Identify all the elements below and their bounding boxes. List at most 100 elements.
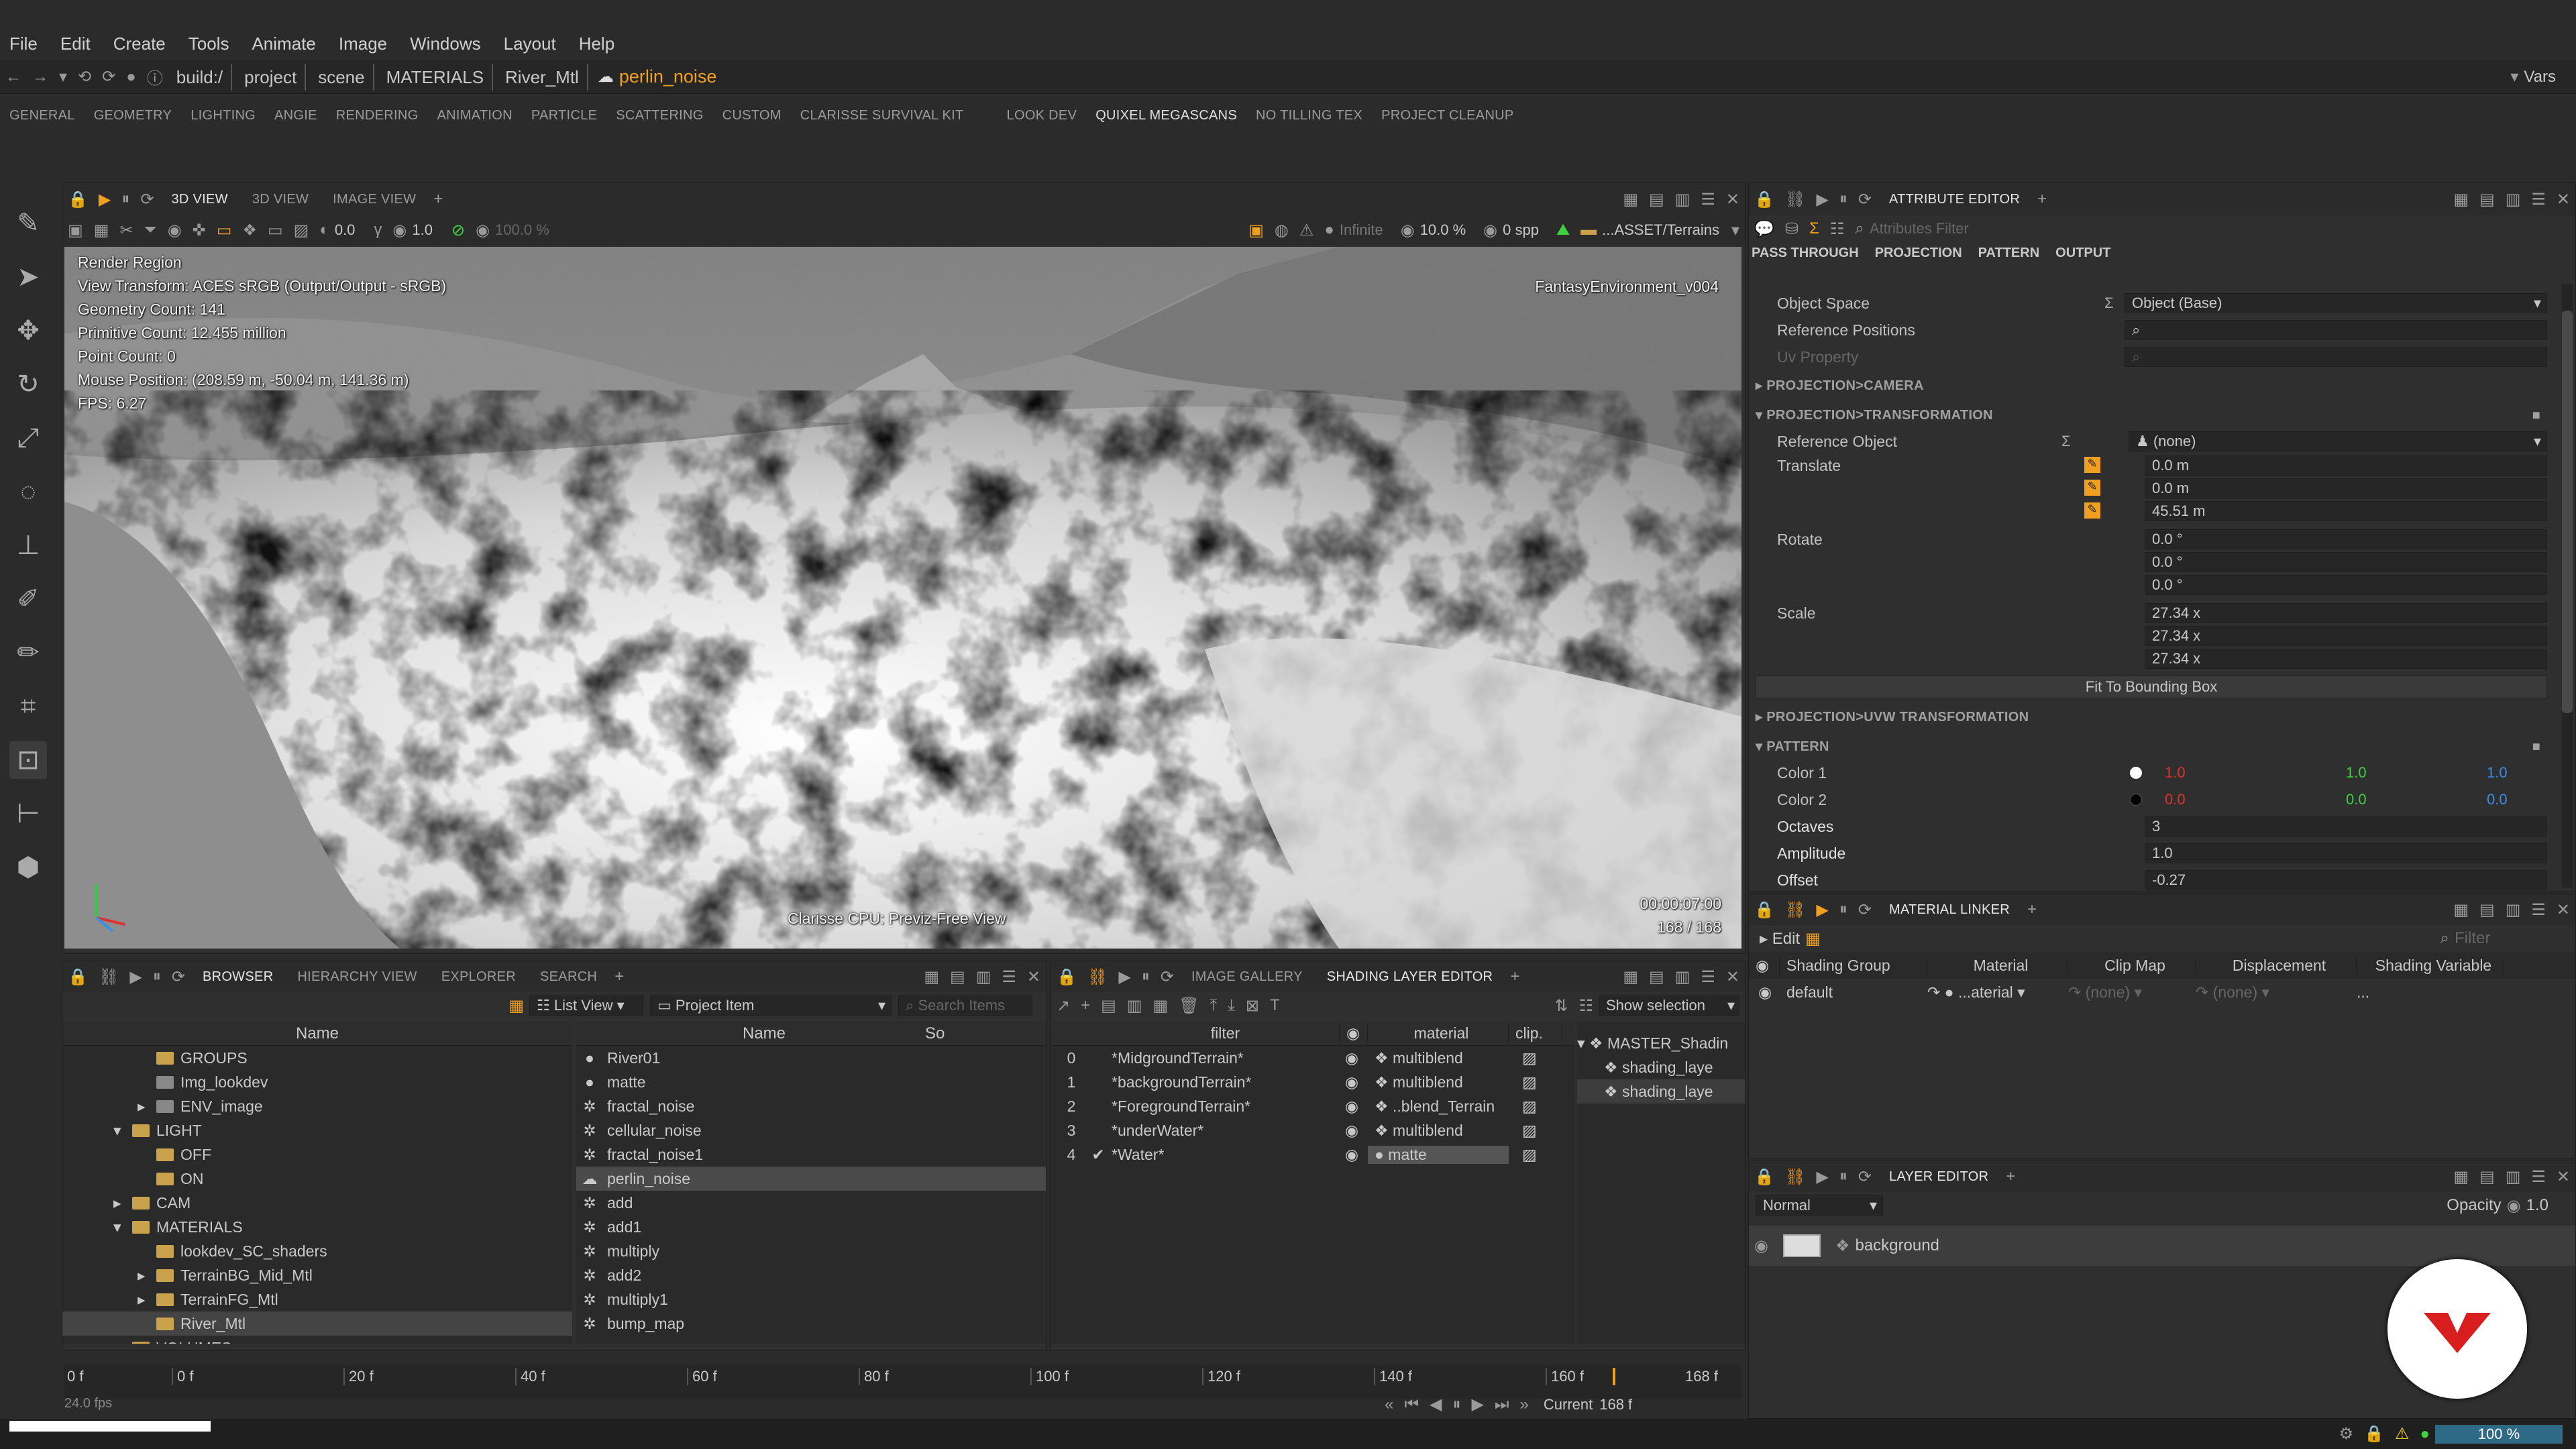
tree-item[interactable]: lookdev_SC_shaders bbox=[62, 1239, 572, 1263]
rotate-y-field[interactable]: 0.0 ° bbox=[2145, 552, 2547, 572]
menu-layout[interactable]: Layout bbox=[504, 34, 556, 54]
attr-menu-icon[interactable]: ☰ bbox=[2531, 190, 2546, 209]
layer-close-icon[interactable]: ✕ bbox=[2557, 1167, 2570, 1187]
info-icon[interactable]: ⓘ bbox=[147, 65, 163, 89]
shading-group-icon[interactable]: ▦ bbox=[1153, 996, 1169, 1016]
clip-map-icon[interactable]: ▨ bbox=[1509, 1049, 1562, 1067]
row-visibility-eye-icon[interactable]: ◉ bbox=[1340, 1049, 1368, 1067]
linker-add-tab-icon[interactable]: + bbox=[2027, 900, 2037, 919]
tree-expand-icon[interactable]: ▸ bbox=[138, 1094, 156, 1118]
tab-material-linker[interactable]: MATERIAL LINKER bbox=[1889, 902, 2010, 918]
clip-map-icon[interactable]: ▨ bbox=[1509, 1146, 1562, 1164]
context-path[interactable]: ...ASSET/Terrains bbox=[1602, 221, 1719, 239]
sampling-percent[interactable]: 10.0 % bbox=[1420, 221, 1466, 239]
shading-tree-item-1[interactable]: ❖ shading_laye bbox=[1577, 1055, 1745, 1079]
layer-play-icon[interactable]: ▶ bbox=[1816, 1167, 1828, 1187]
color2-g[interactable]: 0.0 bbox=[2346, 788, 2367, 811]
col-shading-variable[interactable]: Shading Variable bbox=[2357, 956, 2504, 975]
monitor-icon[interactable]: ▭ bbox=[268, 221, 283, 240]
browser-item[interactable]: ✲ cellular_noise bbox=[576, 1118, 1046, 1142]
shelf-tab-animation[interactable]: ANIMATION bbox=[437, 108, 513, 123]
color1-g[interactable]: 1.0 bbox=[2346, 761, 2367, 784]
rotate-z-field[interactable]: 0.0 ° bbox=[2145, 575, 2547, 595]
tree-item[interactable]: ▸ TerrainFG_Mtl bbox=[62, 1287, 572, 1311]
tree-expand-icon[interactable]: ▾ bbox=[113, 1215, 132, 1239]
browser-item[interactable]: ✲ bump_map bbox=[576, 1311, 1046, 1336]
browser-item[interactable]: ✲ add bbox=[576, 1191, 1046, 1215]
tree-item[interactable]: ▸ TerrainBG_Mid_Mtl bbox=[62, 1263, 572, 1287]
attr-link-icon[interactable]: ⛓ bbox=[1785, 190, 1805, 209]
linker-menu-icon[interactable]: ☰ bbox=[2531, 900, 2546, 920]
clip-map-icon[interactable]: ▨ bbox=[1509, 1122, 1562, 1140]
shading-sort-icon[interactable]: ⇅ bbox=[1554, 996, 1568, 1016]
translate-y-key-icon[interactable]: ✎ bbox=[2084, 480, 2100, 496]
tree-col-name[interactable]: Name bbox=[62, 1022, 572, 1046]
uv-property-field[interactable]: ⌕ bbox=[2125, 347, 2547, 367]
octaves-field[interactable]: 3 bbox=[2145, 816, 2547, 837]
rotate-x-field[interactable]: 0.0 ° bbox=[2145, 529, 2547, 549]
browser-link-icon[interactable]: ⛓ bbox=[99, 967, 119, 987]
settings-gear-icon[interactable]: ⚙ bbox=[2339, 1424, 2354, 1444]
close-icon[interactable]: ✕ bbox=[1726, 190, 1739, 209]
browser-lock-icon[interactable]: 🔒 bbox=[68, 967, 88, 987]
timeline-playhead[interactable] bbox=[1613, 1368, 1615, 1385]
scale-icon[interactable]: ⤢ bbox=[9, 419, 47, 457]
tree-expand-icon[interactable]: ▸ bbox=[138, 1263, 156, 1287]
linker-options-icon[interactable]: ▦ bbox=[1805, 929, 1821, 949]
breadcrumb-build[interactable]: build:/ bbox=[168, 63, 233, 91]
shelf-tab-scattering[interactable]: SCATTERING bbox=[616, 108, 703, 123]
menu-tools[interactable]: Tools bbox=[189, 34, 229, 54]
items-col-name[interactable]: Name bbox=[603, 1024, 925, 1043]
shading-material-cell[interactable]: ❖ multiblend bbox=[1368, 1049, 1509, 1067]
row-material[interactable]: ↷ ● ...aterial ▾ bbox=[1927, 983, 2068, 1002]
shading-arrow-icon[interactable]: ↗ bbox=[1057, 996, 1070, 1016]
add-tab-icon[interactable]: + bbox=[433, 190, 443, 209]
color-picker-icon[interactable]: ◍ bbox=[1275, 221, 1289, 240]
tree-expand-icon[interactable]: ▸ bbox=[113, 1191, 132, 1215]
record-icon[interactable]: ● bbox=[126, 68, 136, 87]
tree-expand-icon[interactable]: ▸ bbox=[138, 1287, 156, 1311]
tab-explorer[interactable]: EXPLORER bbox=[441, 969, 516, 985]
subtab-output[interactable]: OUTPUT bbox=[2055, 246, 2110, 261]
tree-item[interactable]: GROUPS bbox=[62, 1046, 572, 1070]
row-displacement[interactable]: ↷ (none) ▾ bbox=[2196, 983, 2357, 1002]
timeline-tick[interactable]: 160 f bbox=[1546, 1368, 1584, 1385]
shelf-tab-angie[interactable]: ANGIE bbox=[274, 108, 317, 123]
stop-icon[interactable]: ⏸ bbox=[1452, 1395, 1460, 1414]
eyedropper-icon[interactable]: ✎ bbox=[9, 205, 47, 242]
forward-icon[interactable]: → bbox=[32, 68, 48, 87]
sigma-icon[interactable]: Σ bbox=[1809, 219, 1819, 238]
history-back-icon[interactable]: ⟲ bbox=[78, 67, 91, 87]
shading-duplicate-icon[interactable]: ▥ bbox=[1127, 996, 1142, 1016]
breadcrumb-project[interactable]: project bbox=[236, 63, 307, 91]
timeline-tick[interactable]: 100 f bbox=[1030, 1368, 1069, 1385]
lock-icon[interactable]: 🔒 bbox=[68, 190, 88, 209]
attr-layout-grid-icon[interactable]: ▦ bbox=[2453, 190, 2469, 209]
clip-map-icon[interactable]: ▨ bbox=[1509, 1073, 1562, 1091]
object-space-select[interactable]: Object (Base) ▾ bbox=[2125, 293, 2547, 313]
shading-row[interactable]: 1 *backgroundTerrain* ◉ ❖ multiblend ▨ bbox=[1051, 1070, 1574, 1094]
layout-grid-icon[interactable]: ▦ bbox=[1623, 190, 1638, 209]
attr-scrollbar[interactable] bbox=[2562, 284, 2573, 888]
col-material[interactable]: Material bbox=[1927, 956, 2068, 975]
sphere-icon[interactable]: ● bbox=[1324, 221, 1334, 239]
select-arrow-icon[interactable]: ➤ bbox=[9, 258, 47, 296]
subtab-pattern[interactable]: PATTERN bbox=[1978, 246, 2039, 261]
color1-b[interactable]: 1.0 bbox=[2487, 761, 2508, 784]
tree-item[interactable]: ▾ LIGHT bbox=[62, 1118, 572, 1142]
timeline[interactable]: 0 f 24.0 fps 0 f 20 f 40 f 60 f 80 f 100 f 120… bbox=[64, 1365, 1741, 1413]
offset-field[interactable]: -0.27 bbox=[2145, 870, 2547, 890]
tools-icon[interactable]: ✂ bbox=[119, 221, 133, 240]
back-icon[interactable]: ← bbox=[5, 68, 21, 87]
linker-play-icon[interactable]: ▶ bbox=[1816, 900, 1828, 920]
shading-row[interactable]: 2 *ForegroundTerrain* ◉ ❖ ..blend_Terrain ▨ bbox=[1051, 1094, 1574, 1118]
shading-tree-item-2[interactable]: ❖ shading_laye bbox=[1577, 1079, 1745, 1104]
gamma-value[interactable]: 1.0 bbox=[412, 221, 433, 239]
camera-tool-icon[interactable]: ⊡ bbox=[9, 741, 47, 779]
address-dropdown-icon[interactable]: ▾ bbox=[2510, 67, 2518, 87]
zoom-value[interactable]: 100.0 % bbox=[495, 221, 549, 239]
pencil-icon[interactable]: ✏ bbox=[9, 634, 47, 672]
layer-pause-icon[interactable]: ⏸ bbox=[1839, 1167, 1847, 1186]
grid-icon[interactable]: ▦ bbox=[94, 221, 109, 240]
browser-columns-icon[interactable]: ▥ bbox=[976, 967, 991, 987]
